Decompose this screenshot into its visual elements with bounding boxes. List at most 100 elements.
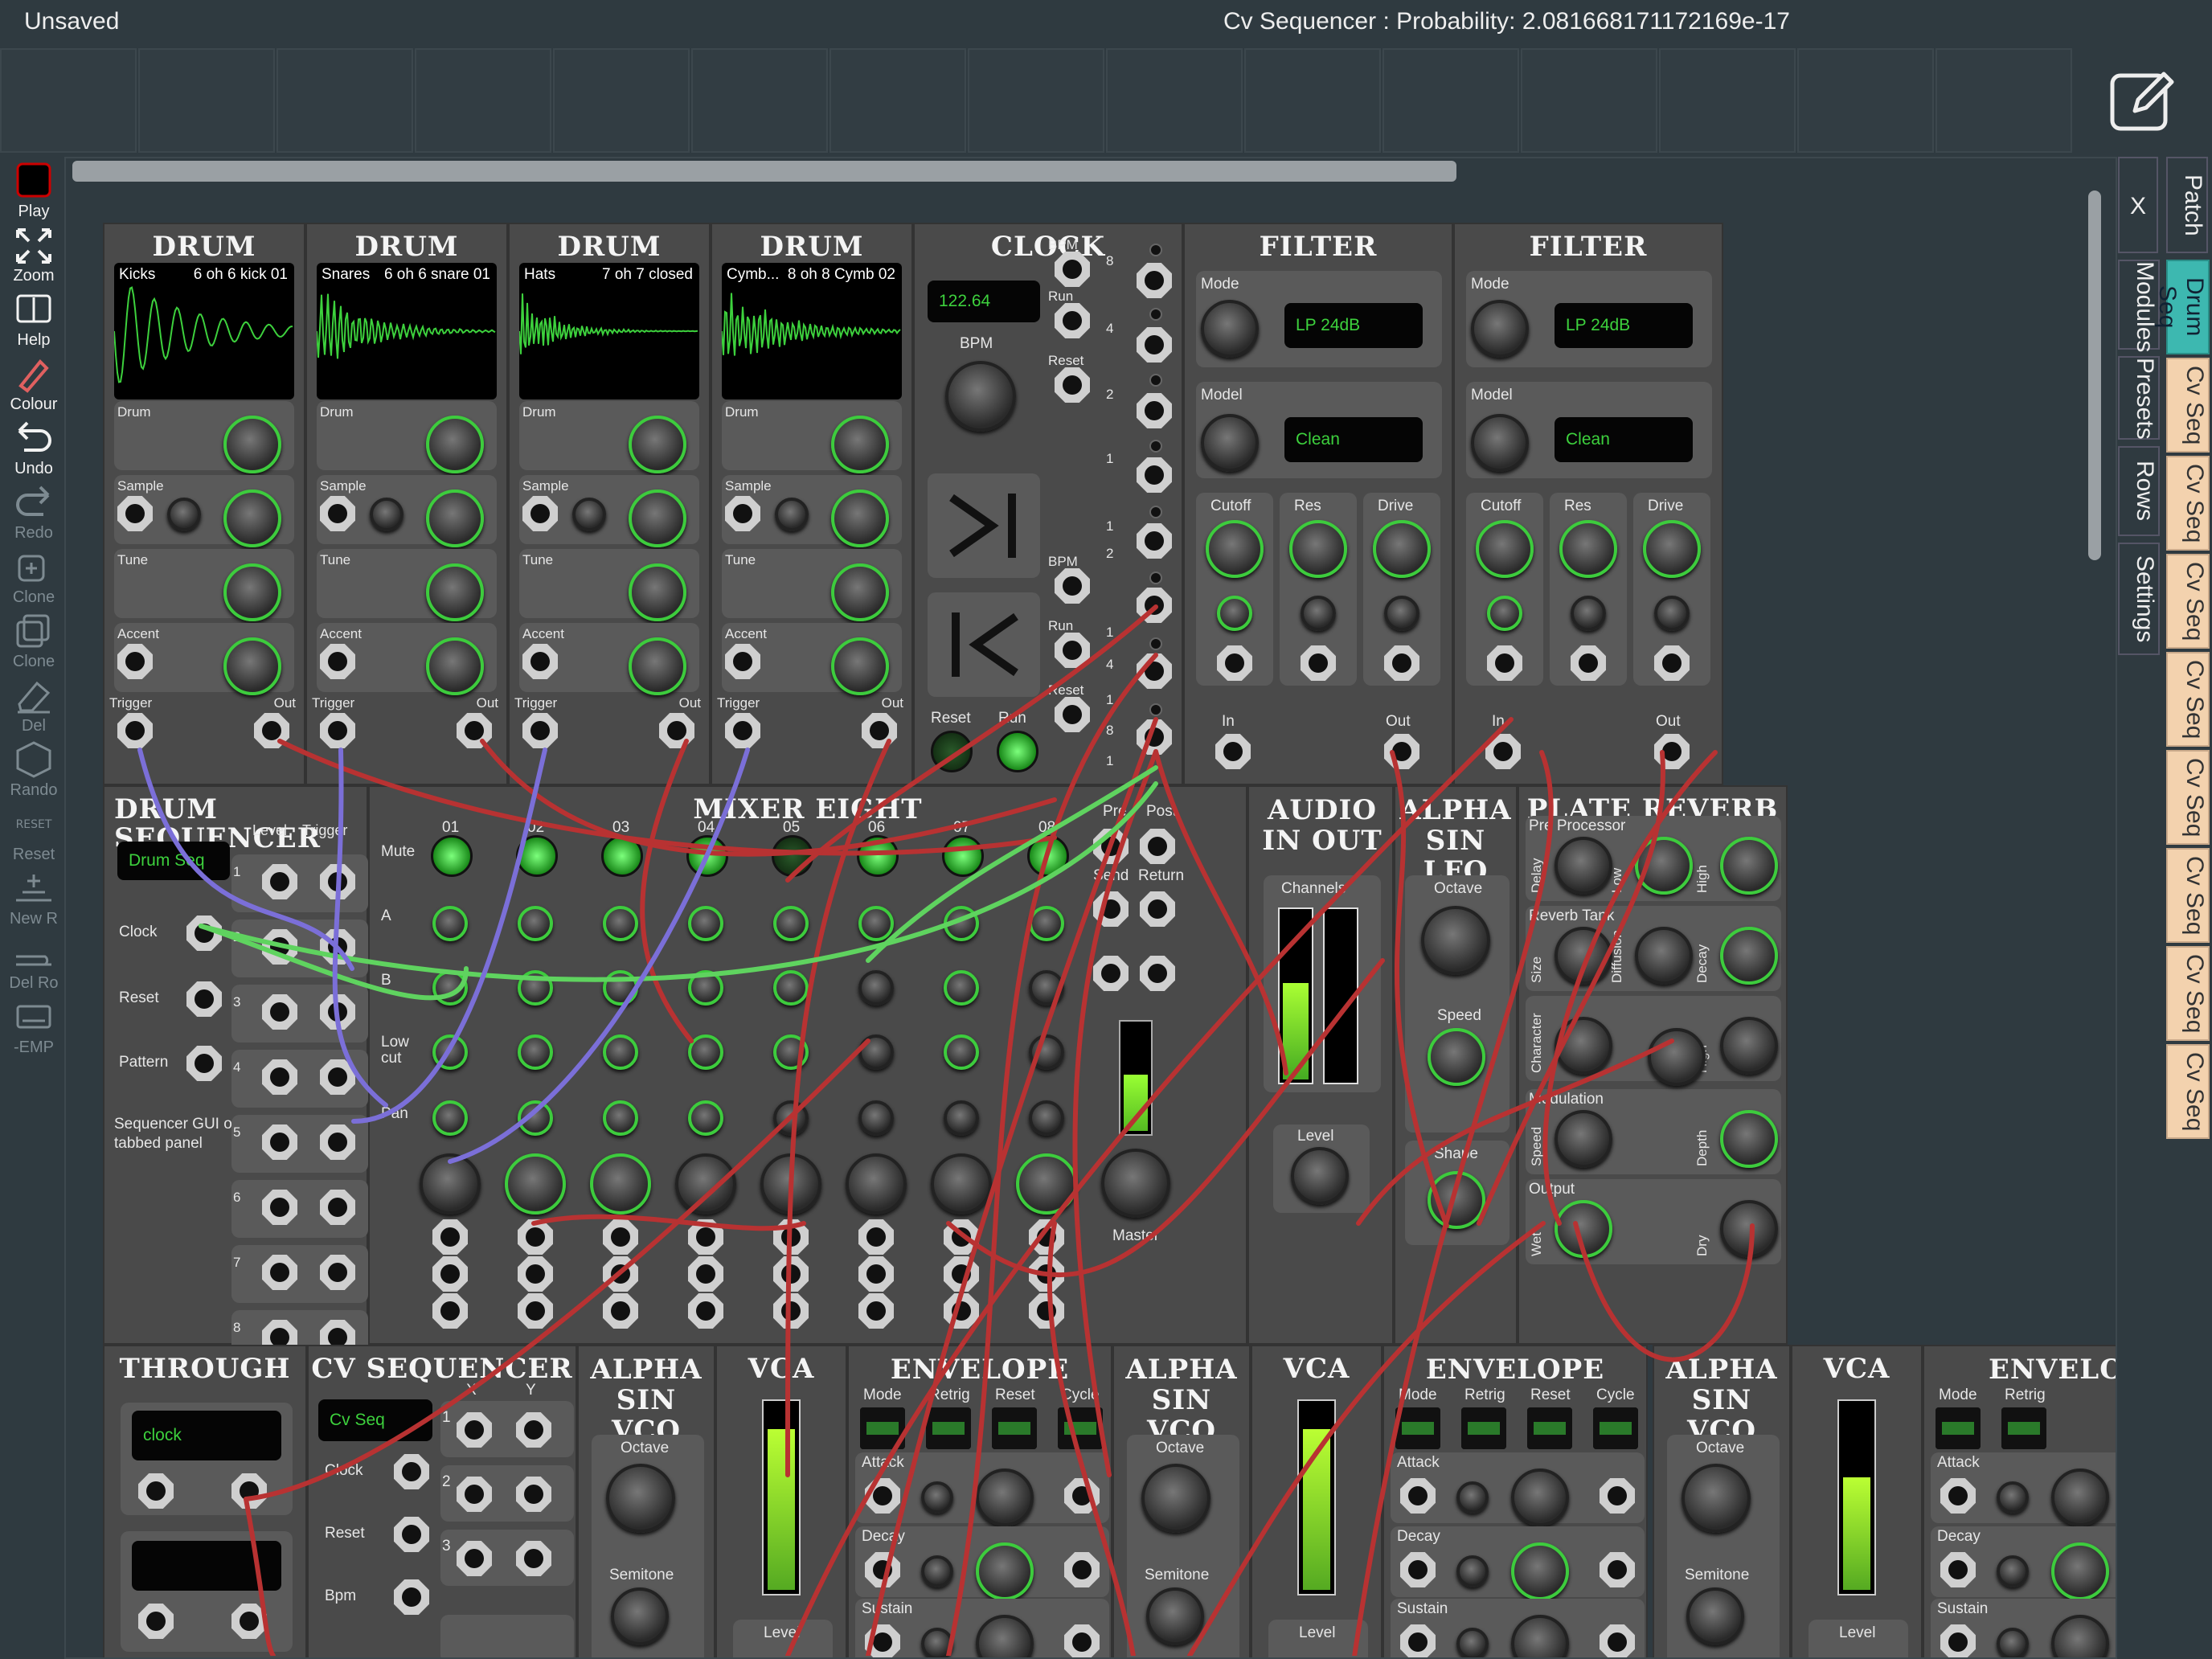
mute-button[interactable]: [686, 835, 728, 877]
knob[interactable]: [976, 1469, 1034, 1526]
res-knob[interactable]: [1289, 520, 1347, 578]
cv-knob[interactable]: [1997, 1555, 2029, 1587]
delay-knob[interactable]: [1555, 837, 1612, 895]
clock-jack[interactable]: [186, 916, 222, 951]
out-jack[interactable]: [254, 713, 289, 748]
channel-jack[interactable]: [944, 1256, 979, 1292]
channel-jack[interactable]: [1029, 1293, 1064, 1329]
reset-jack[interactable]: [394, 1517, 429, 1552]
cv-knob[interactable]: [1997, 1481, 2029, 1514]
channel-jack[interactable]: [432, 1293, 468, 1329]
send-knob[interactable]: [944, 906, 979, 941]
send-knob[interactable]: [518, 970, 553, 1006]
mute-button[interactable]: [431, 835, 473, 877]
edit-icon[interactable]: [2106, 64, 2178, 137]
knob[interactable]: [976, 1542, 1034, 1600]
channel-jack[interactable]: [773, 1219, 809, 1255]
drive-cv-jack[interactable]: [1654, 645, 1690, 681]
run-jack[interactable]: [1055, 633, 1090, 668]
mode-button[interactable]: [860, 1407, 905, 1449]
level-knob[interactable]: [675, 1153, 736, 1215]
send-knob[interactable]: [773, 1100, 809, 1136]
channel-jack[interactable]: [944, 1219, 979, 1255]
sample-knob[interactable]: [629, 490, 686, 547]
mute-button[interactable]: [772, 835, 813, 877]
channel-jack[interactable]: [688, 1219, 723, 1255]
accent-knob[interactable]: [831, 637, 889, 695]
character-knob-2[interactable]: [1648, 1028, 1706, 1086]
mute-button[interactable]: [942, 835, 984, 877]
out-jack[interactable]: [1654, 734, 1690, 769]
level-knob[interactable]: [1016, 1153, 1077, 1215]
mode-knob[interactable]: [1201, 300, 1259, 358]
bpm-jack[interactable]: [1055, 568, 1090, 604]
sample-knob[interactable]: [426, 490, 484, 547]
tool-colour-button[interactable]: Colour: [3, 350, 64, 414]
res-knob[interactable]: [1559, 520, 1617, 578]
channel-jack[interactable]: [858, 1256, 894, 1292]
model-knob[interactable]: [1201, 414, 1259, 472]
speed-knob[interactable]: [1428, 1028, 1485, 1086]
tool-play-button[interactable]: Play: [3, 157, 64, 221]
octave-knob[interactable]: [1682, 1464, 1751, 1533]
out-jack[interactable]: [862, 713, 897, 748]
tab-cv-seq[interactable]: Cv Seq: [2166, 1044, 2210, 1139]
cv-knob[interactable]: [1456, 1481, 1489, 1514]
pattern-jack[interactable]: [186, 1046, 222, 1081]
channel-jack[interactable]: [858, 1293, 894, 1329]
run-button[interactable]: [997, 731, 1038, 772]
skip-back-button[interactable]: [928, 592, 1040, 697]
sample-small-knob[interactable]: [370, 498, 403, 531]
retrig-button[interactable]: [1461, 1407, 1506, 1449]
semitone-knob[interactable]: [611, 1587, 669, 1645]
row-slot[interactable]: [830, 48, 966, 153]
depth-knob[interactable]: [1720, 1110, 1778, 1168]
decay-knob[interactable]: [1720, 927, 1778, 985]
send-knob[interactable]: [432, 1034, 468, 1070]
shape-knob[interactable]: [1428, 1171, 1485, 1229]
send-knob[interactable]: [603, 970, 638, 1006]
division-jack[interactable]: [1137, 393, 1172, 428]
drum-knob[interactable]: [831, 416, 889, 473]
send-knob[interactable]: [432, 970, 468, 1006]
cv-knob[interactable]: [921, 1628, 953, 1659]
low-knob[interactable]: [1635, 837, 1693, 895]
send-knob[interactable]: [1029, 1100, 1064, 1136]
horizontal-scrollbar[interactable]: [72, 161, 1456, 182]
high2-knob[interactable]: [1720, 1017, 1778, 1075]
cv-knob[interactable]: [1384, 596, 1419, 631]
tune-knob[interactable]: [223, 563, 281, 621]
skip-forward-button[interactable]: [928, 473, 1040, 578]
tab-drum-seq[interactable]: Drum Seq: [2166, 260, 2210, 354]
retrig-button[interactable]: [926, 1407, 971, 1449]
channel-jack[interactable]: [518, 1219, 553, 1255]
tab-cv-seq[interactable]: Cv Seq: [2166, 946, 2210, 1041]
reset-button[interactable]: [931, 731, 973, 772]
level-knob[interactable]: [590, 1153, 651, 1215]
semitone-knob[interactable]: [1146, 1587, 1204, 1645]
knob[interactable]: [2051, 1542, 2109, 1600]
diffusion-knob[interactable]: [1635, 927, 1693, 985]
character-knob[interactable]: [1555, 1017, 1612, 1075]
send-knob[interactable]: [858, 906, 894, 941]
sample-small-knob[interactable]: [167, 498, 201, 531]
send-knob[interactable]: [944, 1100, 979, 1136]
tab-cv-seq[interactable]: Cv Seq: [2166, 456, 2210, 551]
dry-knob[interactable]: [1720, 1200, 1778, 1258]
row-slot[interactable]: [1382, 48, 1519, 153]
knob[interactable]: [1511, 1542, 1569, 1600]
send-knob[interactable]: [944, 970, 979, 1006]
channel-jack[interactable]: [858, 1219, 894, 1255]
send-knob[interactable]: [688, 906, 723, 941]
tune-knob[interactable]: [426, 563, 484, 621]
send-knob[interactable]: [858, 1034, 894, 1070]
tune-knob[interactable]: [831, 563, 889, 621]
accent-knob[interactable]: [426, 637, 484, 695]
channel-jack[interactable]: [603, 1293, 638, 1329]
channel-jack[interactable]: [603, 1219, 638, 1255]
sample-knob[interactable]: [831, 490, 889, 547]
level-knob[interactable]: [931, 1153, 992, 1215]
cv-knob[interactable]: [1487, 596, 1522, 631]
tab-cv-seq[interactable]: Cv Seq: [2166, 750, 2210, 845]
level-knob[interactable]: [760, 1153, 821, 1215]
